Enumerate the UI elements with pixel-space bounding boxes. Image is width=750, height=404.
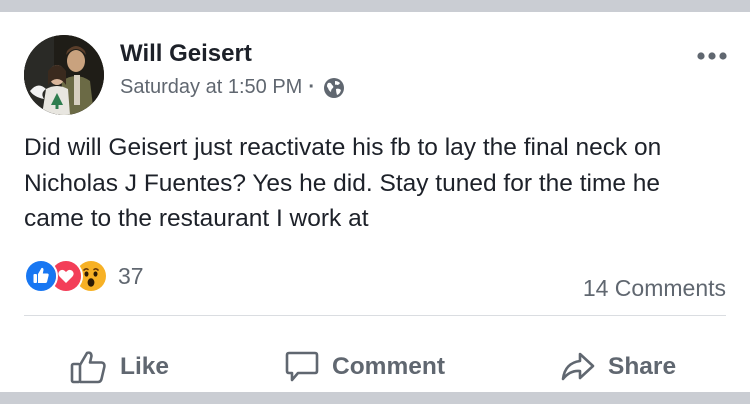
post-card: Will Geisert Saturday at 1:50 PM · Did w… [0, 12, 750, 392]
comment-bubble-icon [285, 351, 319, 382]
globe-icon [323, 77, 345, 99]
post-actions-bar: Like Comment Share [0, 342, 750, 392]
author-name[interactable]: Will Geisert [120, 40, 252, 68]
reaction-count: 37 [118, 262, 144, 289]
post-meta: Saturday at 1:50 PM · [120, 76, 345, 99]
share-arrow-icon [561, 352, 595, 381]
post-text: Did will Geisert just reactivate his fb … [24, 134, 662, 232]
more-options-icon[interactable] [696, 48, 728, 60]
meta-separator: · [308, 76, 315, 98]
reactions-summary[interactable]: 37 [24, 259, 144, 293]
author-avatar[interactable] [24, 35, 104, 115]
like-reaction-icon [24, 259, 58, 293]
thumbs-up-icon [70, 351, 106, 384]
like-button[interactable]: Like [70, 342, 169, 392]
share-button[interactable]: Share [560, 342, 676, 392]
comment-button-label: Comment [332, 353, 445, 380]
comments-count-link[interactable]: 14 Comments [583, 275, 726, 302]
share-button-label: Share [608, 353, 677, 380]
comment-button[interactable]: Comment [284, 342, 445, 392]
divider [24, 315, 726, 316]
like-button-label: Like [120, 353, 170, 380]
post-timestamp[interactable]: Saturday at 1:50 PM [120, 76, 302, 99]
